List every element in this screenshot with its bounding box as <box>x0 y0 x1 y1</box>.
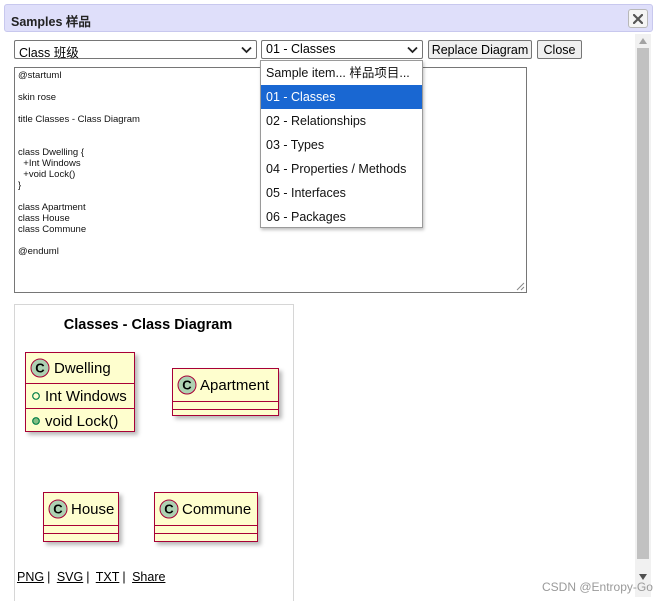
class-marker-icon: C <box>159 499 179 519</box>
class-name: Apartment <box>200 376 270 394</box>
svg-text:C: C <box>35 361 45 376</box>
svg-text:C: C <box>53 502 63 517</box>
class-name: Dwelling <box>54 359 111 377</box>
class-dwelling: C Dwelling Int Windows void Lock() <box>25 352 135 432</box>
svg-link[interactable]: SVG <box>57 570 83 584</box>
dialog-close-button[interactable] <box>628 9 648 28</box>
class-marker-icon: C <box>48 499 68 519</box>
class-method: void Lock() <box>26 409 134 433</box>
svg-text:C: C <box>182 378 192 393</box>
png-link[interactable]: PNG <box>17 570 44 584</box>
class-apartment: C Apartment <box>172 368 279 416</box>
class-house: C House <box>43 492 119 542</box>
class-header: C Dwelling <box>26 353 134 383</box>
dialog-titlebar: Samples 样品 <box>4 4 653 32</box>
editor-line: @enduml <box>18 246 59 257</box>
dialog-title: Samples 样品 <box>11 15 91 29</box>
close-button[interactable]: Close <box>537 40 582 59</box>
watermark: CSDN @Entropy-Go <box>542 580 653 594</box>
public-field-icon <box>32 392 40 400</box>
share-link[interactable]: Share <box>132 570 165 584</box>
class-header: C Apartment <box>173 369 278 401</box>
class-marker-icon: C <box>177 375 197 395</box>
dropdown-option[interactable]: 06 - Packages <box>261 205 422 229</box>
class-marker-icon: C <box>30 358 50 378</box>
scroll-up-arrow-icon[interactable] <box>639 38 647 44</box>
class-divider <box>155 533 257 534</box>
dropdown-option[interactable]: 02 - Relationships <box>261 109 422 133</box>
sample-select-value: 01 - Classes <box>266 42 336 56</box>
sample-dropdown-list: Sample item... 样品项目... 01 - Classes 02 - R… <box>260 60 423 228</box>
chevron-down-icon <box>241 46 252 54</box>
method-label: void Lock() <box>45 412 119 430</box>
class-commune: C Commune <box>154 492 258 542</box>
scrollbar-thumb[interactable] <box>637 48 649 559</box>
resize-grip-icon[interactable] <box>516 282 525 291</box>
class-name: Commune <box>182 500 252 518</box>
class-field: Int Windows <box>26 384 134 408</box>
class-header: C House <box>44 493 118 525</box>
dropdown-option[interactable]: 05 - Interfaces <box>261 181 422 205</box>
class-divider <box>44 525 118 526</box>
svg-text:C: C <box>164 502 174 517</box>
dropdown-option[interactable]: 01 - Classes <box>261 85 422 109</box>
close-icon <box>633 13 643 24</box>
dropdown-option[interactable]: 04 - Properties / Methods <box>261 157 422 181</box>
category-select[interactable]: Class 班级 <box>14 40 257 60</box>
class-header: C Commune <box>155 493 257 525</box>
sample-select[interactable]: 01 - Classes <box>261 40 423 59</box>
txt-link[interactable]: TXT <box>96 570 120 584</box>
public-method-icon <box>32 417 40 425</box>
diagram-preview: Classes - Class Diagram C Dwelling Int W… <box>14 304 294 601</box>
class-divider <box>155 525 257 526</box>
class-divider <box>173 409 278 410</box>
export-links: PNG | SVG | TXT | Share <box>17 570 166 584</box>
diagram-title: Classes - Class Diagram <box>63 317 233 333</box>
field-label: Int Windows <box>45 387 127 405</box>
class-divider <box>44 533 118 534</box>
replace-diagram-button[interactable]: Replace Diagram <box>428 40 532 59</box>
dropdown-option[interactable]: Sample item... 样品项目... <box>261 61 422 85</box>
dropdown-option[interactable]: 03 - Types <box>261 133 422 157</box>
class-name: House <box>71 500 115 518</box>
vertical-scrollbar[interactable] <box>635 34 651 597</box>
class-divider <box>173 401 278 402</box>
category-select-value: Class 班级 <box>19 46 79 60</box>
chevron-down-icon <box>407 46 418 54</box>
